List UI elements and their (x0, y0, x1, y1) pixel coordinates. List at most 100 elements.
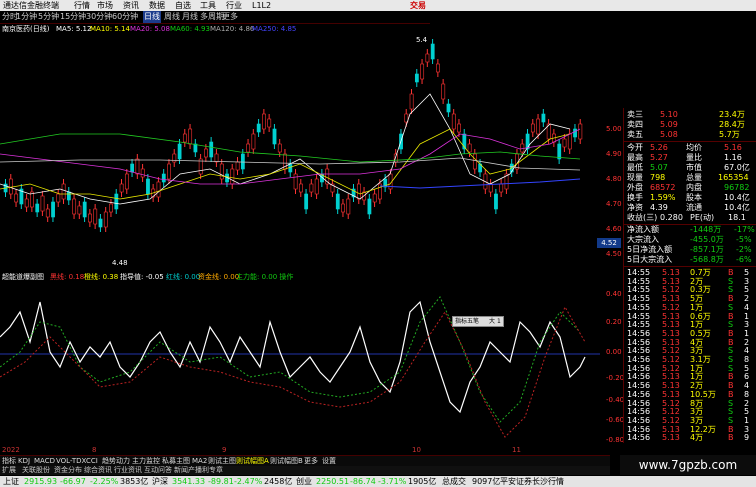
tick-v: 2万 (690, 276, 704, 286)
sub-indicator-chart[interactable]: 0.40 0.20 0.00 -0.20 -0.40 -0.60 -0.80 (0, 282, 623, 446)
menu-item-data[interactable]: 数据 (149, 0, 165, 11)
tick-v: 1万 (690, 372, 704, 382)
period-multi[interactable]: 多周期 (200, 11, 224, 23)
period-more[interactable]: 更多 (222, 11, 238, 23)
tab-test-main[interactable]: 则试主图 (208, 456, 236, 466)
candle-body (103, 211, 108, 228)
tab-trend[interactable]: 趋势动力 (102, 456, 130, 466)
flow-row: 净流入额 -1448万 -17% (624, 225, 756, 235)
tab-test-sub-b[interactable]: 则试幅图B (270, 456, 303, 466)
menu-item-industry[interactable]: 行业 (226, 0, 242, 11)
period-30min[interactable]: 30分钟 (86, 11, 112, 23)
tick-n: 3 (744, 424, 750, 434)
tick-p: 5.13 (662, 424, 680, 434)
indicator-tooltip[interactable]: 指标五笔 大 1 (452, 316, 504, 327)
tick-p: 5.12 (662, 363, 680, 373)
period-daily[interactable]: 日线 (143, 11, 161, 23)
sub-axis-ticks: 0.40 0.20 0.00 -0.20 -0.40 -0.60 -0.80 (606, 290, 623, 444)
tick-n: 2 (744, 294, 750, 304)
tab-ma2[interactable]: MA2 (192, 456, 207, 466)
sh-amount: 3853亿 (120, 477, 149, 486)
period-15min[interactable]: 15分钟 (60, 11, 86, 23)
stat-value: 798 (650, 173, 666, 182)
candle-body (309, 183, 314, 193)
tick-row: 14:56 5.13 4万 B 2 (624, 338, 756, 347)
menu-item-watchlist[interactable]: 自选 (175, 0, 191, 11)
candle-body (156, 181, 161, 198)
info-tab-extend[interactable]: 扩展 (2, 466, 16, 475)
menu-item-news[interactable]: 资讯 (123, 0, 139, 11)
stat-label: 流通 (686, 203, 702, 212)
info-tab-industry-news[interactable]: 行业资讯 (114, 466, 142, 475)
info-tab-related[interactable]: 关联股份 (22, 466, 50, 475)
tick-v: 4万 (690, 337, 704, 347)
tab-settings[interactable]: 设置 (322, 456, 336, 466)
stat-label: 现量 (627, 173, 643, 182)
tick-t: 14:55 (627, 320, 651, 330)
candle-body (467, 143, 472, 153)
tab-main-monitor[interactable]: 主力监控 (132, 456, 160, 466)
tick-t: 14:56 (627, 363, 651, 373)
trade-menu[interactable]: 交易 (410, 0, 426, 11)
tab-kdj[interactable]: KDJ (18, 456, 30, 466)
info-tab-broadcast[interactable]: 新闻产播利专章 (174, 466, 223, 475)
candle-body (167, 163, 171, 180)
tick-d: B (728, 433, 734, 443)
stock-name: 南京医药(日线) (2, 25, 50, 33)
info-tab-fund[interactable]: 资金分布 (54, 466, 82, 475)
tab-private-main[interactable]: 私募主图 (162, 456, 190, 466)
candle-body (72, 198, 77, 215)
sub-tick: -0.20 (606, 374, 623, 382)
candle-body (494, 193, 498, 210)
flow-label: 5日净流入额 (627, 245, 673, 254)
tab-test-sub-a[interactable]: 则试幅图A (236, 456, 269, 466)
date-label: 11 (512, 446, 521, 454)
menu-item-market[interactable]: 市场 (97, 0, 113, 11)
menu-item-tools[interactable]: 工具 (200, 0, 216, 11)
tick-n: 6 (744, 372, 750, 382)
period-monthly[interactable]: 月线 (182, 11, 198, 23)
kline-chart[interactable]: 5.4 4.48 5.00 4.90 4.80 4.70 4.60 4.50 (0, 34, 623, 270)
tick-t: 14:56 (627, 337, 651, 347)
tick-v: 10.5万 (690, 389, 716, 399)
candle-body (14, 193, 19, 203)
candle-body (430, 43, 435, 60)
sub-tick: -0.60 (606, 416, 623, 424)
candle-body (56, 193, 61, 203)
tab-macd[interactable]: MACD (34, 456, 55, 466)
info-tab-news[interactable]: 综合资讯 (84, 466, 112, 475)
cy-value: 2250.51 (316, 477, 350, 486)
period-weekly[interactable]: 周线 (164, 11, 180, 23)
candle-body (246, 143, 251, 153)
menu-item-l1l2[interactable]: L1L2 (252, 0, 271, 11)
tab-cci[interactable]: CCI (86, 456, 98, 466)
candle-body (578, 123, 583, 140)
candle-body (451, 113, 456, 130)
candle-body (441, 83, 446, 100)
menu-item-quote[interactable]: 行情 (74, 0, 90, 11)
stat-value: 10.4亿 (724, 193, 750, 202)
tick-p: 5.13 (662, 328, 680, 338)
tab-more[interactable]: 更多 (304, 456, 318, 466)
price-tick: 4.50 (606, 250, 622, 258)
tab-vol[interactable]: VOL-TDX (56, 456, 86, 466)
candle-body (161, 173, 166, 183)
candle-body (562, 138, 567, 148)
period-60min[interactable]: 60分钟 (112, 11, 138, 23)
flow-value: -455.0万 (690, 235, 724, 244)
tab-indicator[interactable]: 指标 (2, 456, 16, 466)
candle-body (335, 193, 340, 210)
tick-p: 5.12 (662, 398, 680, 408)
tick-v: 3万 (690, 346, 704, 356)
candle-body (66, 191, 71, 201)
broker-line[interactable]: 平安证券长沙行情 (500, 476, 564, 487)
tick-d: S (728, 276, 734, 286)
period-5min[interactable]: 5分钟 (38, 11, 59, 23)
tick-v: 1万 (690, 363, 704, 373)
ma250-line (379, 178, 581, 189)
info-tab-qa[interactable]: 互动问答 (144, 466, 172, 475)
stat-value: 96782 (724, 183, 750, 192)
stat-label: 今开 (627, 143, 643, 152)
period-1min[interactable]: 1分钟 (16, 11, 37, 23)
stat-label: PE(动) (690, 213, 715, 222)
